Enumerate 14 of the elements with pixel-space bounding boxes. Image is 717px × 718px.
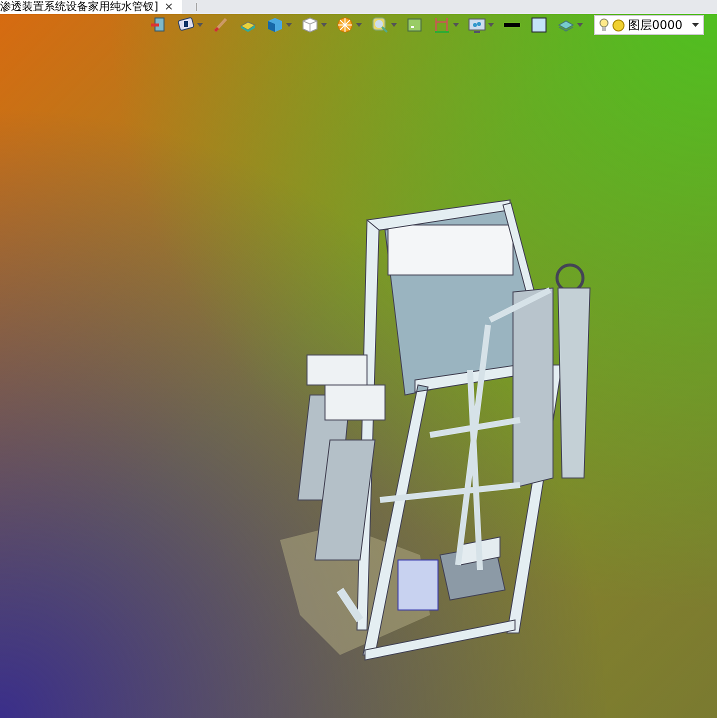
sun-icon: [612, 18, 625, 32]
frame-icon[interactable]: [433, 16, 451, 34]
monitor-icon[interactable]: [468, 16, 486, 34]
document-tab[interactable]: 渗透装置系统设备家用纯水管钗] ×: [0, 0, 182, 14]
zoom-icon[interactable]: [371, 16, 389, 34]
close-icon[interactable]: ×: [164, 0, 174, 14]
fit-icon[interactable]: [406, 16, 424, 34]
brush-icon[interactable]: [212, 16, 230, 34]
wireframe-cube-icon[interactable]: [301, 16, 319, 34]
fill-icon[interactable]: [530, 16, 548, 34]
wheel-icon[interactable]: [336, 16, 354, 34]
layer-select[interactable]: 图层0000: [594, 15, 704, 35]
cube-icon[interactable]: [266, 16, 284, 34]
caret-icon[interactable]: [692, 23, 699, 27]
